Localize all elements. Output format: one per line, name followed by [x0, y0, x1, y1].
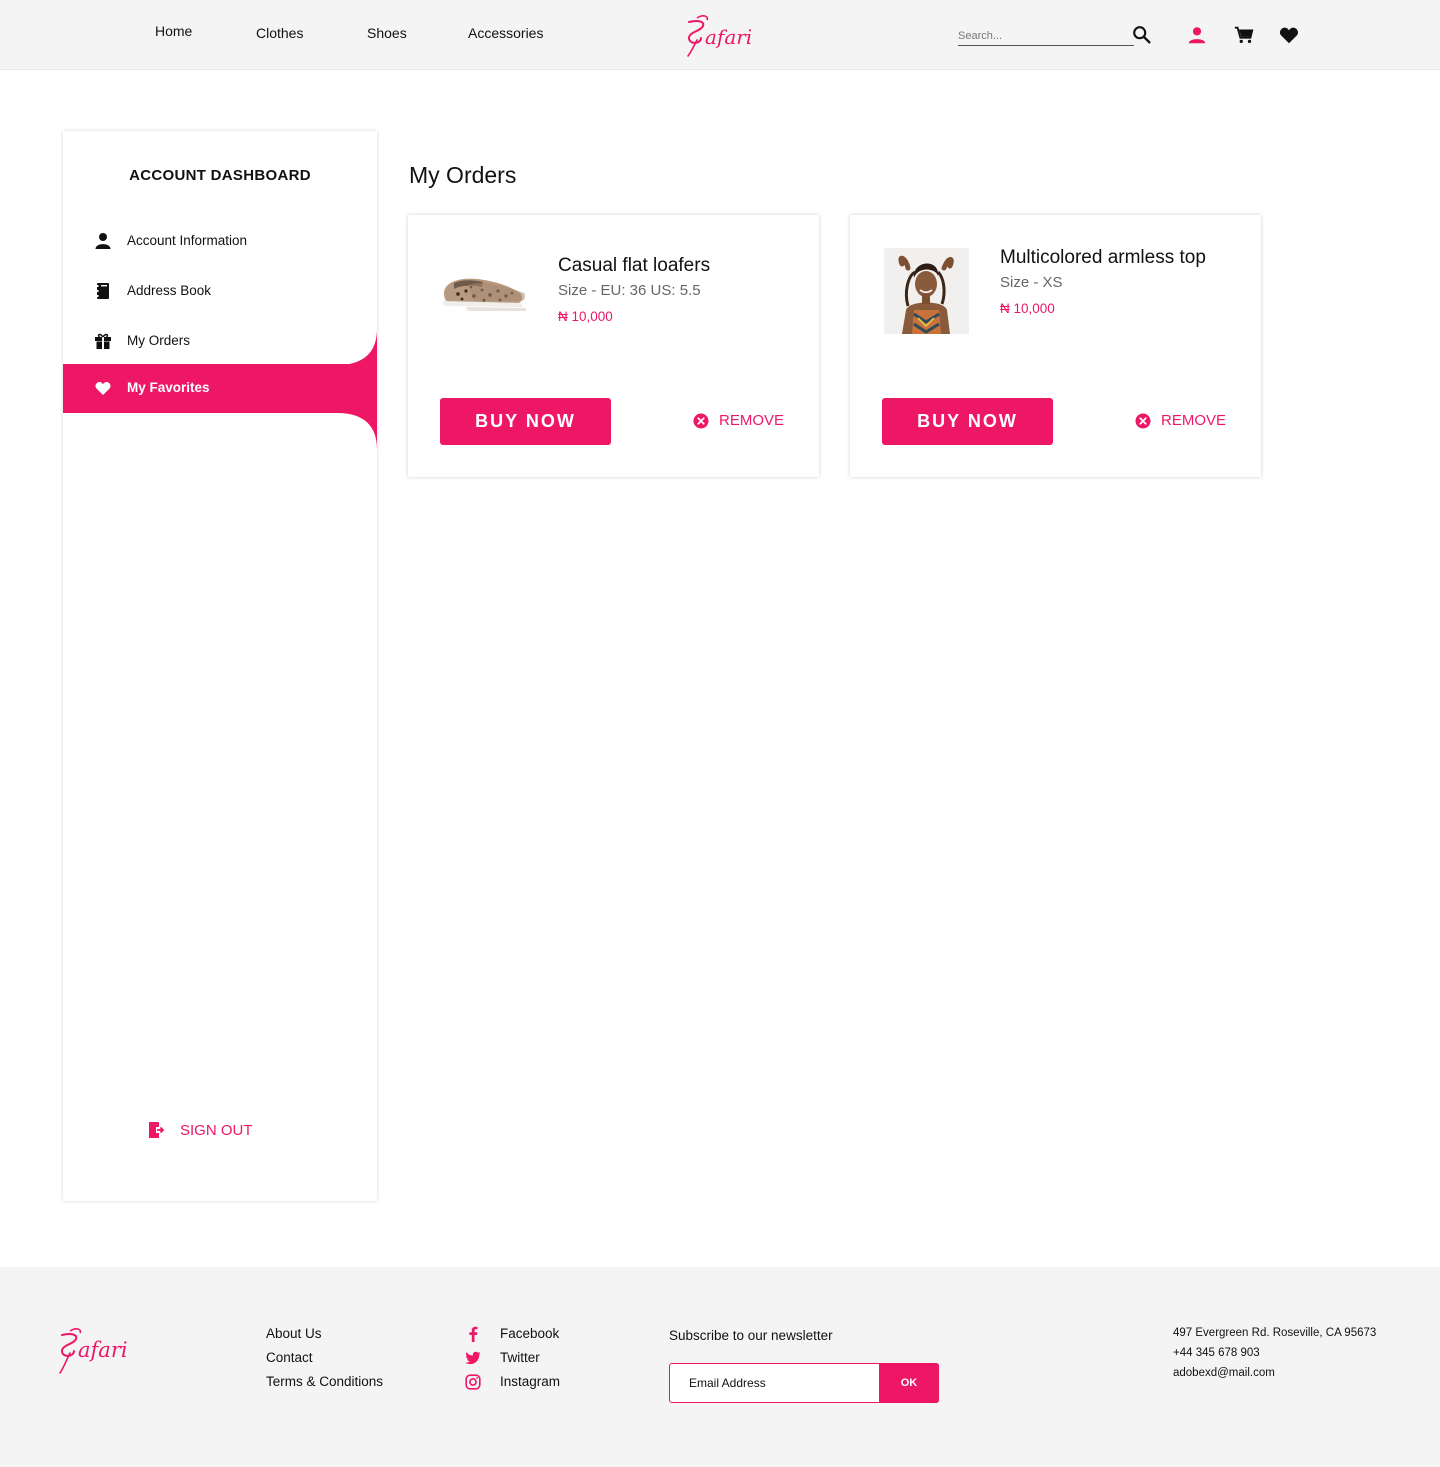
nav-clothes[interactable]: Clothes [256, 25, 303, 41]
account-sidebar: ACCOUNT DASHBOARD Account Information Ad… [63, 131, 377, 1201]
sidebar-item-label: My Orders [127, 333, 191, 348]
twitter-icon[interactable] [465, 1350, 481, 1366]
product-card: Multicolored armless top Size - XS ₦ 10,… [850, 215, 1261, 477]
contact-address: 497 Evergreen Rd. Roseville, CA 95673 [1173, 1327, 1377, 1339]
header: Home Clothes Shoes Accessories afari [0, 0, 1440, 70]
page-title: My Orders [409, 162, 517, 188]
safari-logo[interactable]: afari [56, 1325, 140, 1375]
sign-out-label: SIGN OUT [180, 1122, 253, 1139]
loafers-image[interactable] [438, 263, 528, 319]
search-field [958, 26, 1134, 46]
svg-text:afari: afari [705, 25, 752, 49]
footer: afari About Us Contact Terms & Condition… [0, 1267, 1440, 1467]
sidebar-item-account-information[interactable]: Account Information [63, 217, 377, 265]
product-price: ₦ 10,000 [1000, 301, 1055, 316]
product-card: Casual flat loafers Size - EU: 36 US: 5.… [408, 215, 819, 477]
nav-accessories[interactable]: Accessories [468, 25, 543, 41]
sidebar-item-label: My Favorites [127, 380, 210, 395]
armless-top-image[interactable] [884, 248, 969, 334]
sidebar-item-label: Account Information [127, 233, 248, 248]
search-input[interactable] [958, 26, 1128, 42]
sidebar-item-my-orders[interactable]: My Orders [63, 317, 377, 365]
newsletter-title: Subscribe to our newsletter [669, 1328, 833, 1343]
user-icon[interactable] [1186, 24, 1208, 46]
footer-link-about[interactable]: About Us [266, 1326, 322, 1341]
heart-icon[interactable] [1278, 24, 1300, 46]
user-icon [95, 233, 111, 249]
remove-icon [693, 413, 709, 429]
footer-link-facebook[interactable]: Facebook [500, 1326, 559, 1341]
sidebar-item-label: Address Book [127, 283, 212, 298]
newsletter-form: OK [669, 1363, 939, 1403]
footer-link-twitter[interactable]: Twitter [500, 1350, 540, 1365]
footer-link-instagram[interactable]: Instagram [500, 1374, 560, 1389]
cart-icon[interactable] [1233, 24, 1255, 46]
footer-link-contact[interactable]: Contact [266, 1350, 313, 1365]
gift-icon [95, 333, 111, 349]
facebook-icon[interactable] [465, 1326, 481, 1342]
active-curve-top [337, 329, 377, 365]
nav-home[interactable]: Home [155, 23, 192, 39]
buy-now-button[interactable]: BUY NOW [882, 398, 1053, 445]
instagram-icon[interactable] [465, 1374, 481, 1390]
product-name: Casual flat loafers [558, 255, 711, 276]
nav-shoes[interactable]: Shoes [367, 25, 407, 41]
remove-label: REMOVE [1161, 412, 1227, 429]
sidebar-item-address-book[interactable]: Address Book [63, 267, 377, 315]
search-icon[interactable] [1131, 24, 1153, 46]
footer-link-terms[interactable]: Terms & Conditions [266, 1374, 383, 1389]
active-curve-bottom [337, 413, 377, 449]
address-book-icon [95, 283, 109, 299]
sidebar-item-my-favorites[interactable]: My Favorites [63, 364, 377, 413]
sidebar-title: ACCOUNT DASHBOARD [129, 167, 311, 184]
sign-out-icon [149, 1122, 165, 1138]
contact-phone: +44 345 678 903 [1173, 1347, 1260, 1359]
contact-email[interactable]: adobexd@mail.com [1173, 1367, 1275, 1379]
remove-icon [1135, 413, 1151, 429]
product-size: Size - XS [1000, 274, 1063, 291]
remove-label: REMOVE [719, 412, 785, 429]
buy-now-button[interactable]: BUY NOW [440, 398, 611, 445]
svg-text:afari: afari [78, 1338, 128, 1362]
heart-icon [95, 382, 111, 395]
newsletter-ok-button[interactable]: OK [879, 1363, 939, 1403]
product-size: Size - EU: 36 US: 5.5 [558, 282, 701, 299]
safari-logo[interactable]: afari [683, 12, 763, 58]
product-name: Multicolored armless top [1000, 247, 1206, 268]
product-price: ₦ 10,000 [558, 309, 613, 324]
email-field[interactable] [670, 1364, 878, 1402]
